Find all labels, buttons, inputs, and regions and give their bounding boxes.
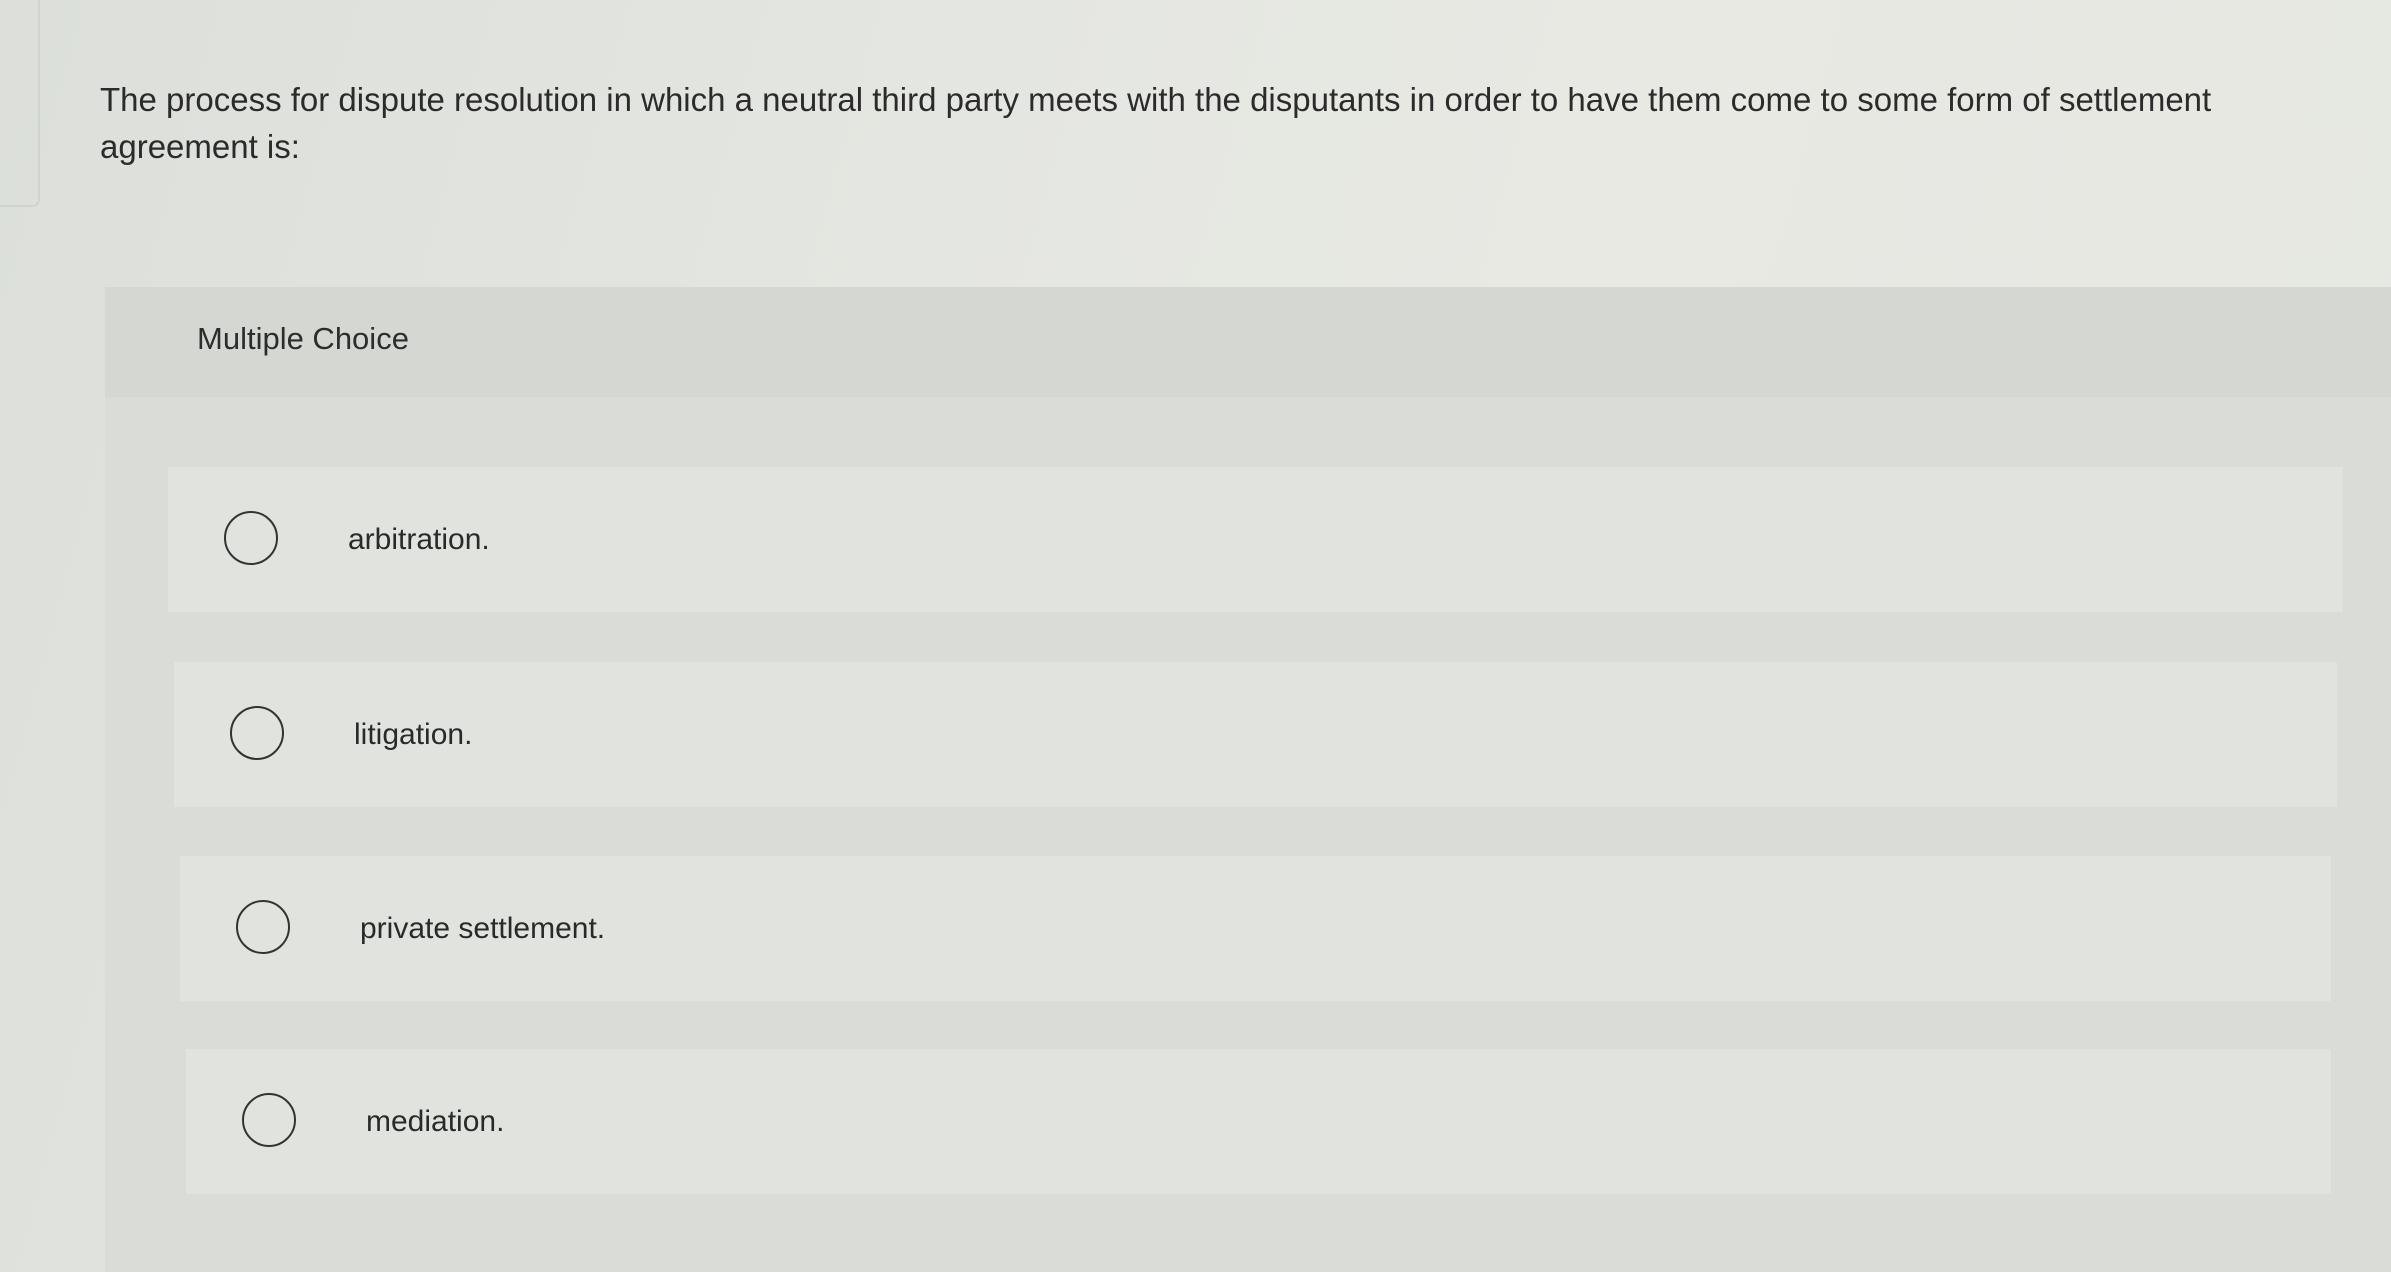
radio-button-icon[interactable] <box>242 1092 296 1147</box>
answer-option-litigation[interactable]: litigation. <box>174 662 2337 807</box>
radio-button-icon[interactable] <box>230 705 284 760</box>
question-text: The process for dispute resolution in wh… <box>100 81 2212 165</box>
page-edge-decoration <box>0 0 40 207</box>
answer-option-label: mediation. <box>366 1104 505 1138</box>
answer-option-label: private settlement. <box>360 911 606 945</box>
answer-option-label: arbitration. <box>348 522 490 556</box>
question-type-header: Multiple Choice <box>105 287 2391 397</box>
answer-option-private-settlement[interactable]: private settlement. <box>180 856 2331 1001</box>
radio-button-icon[interactable] <box>224 510 278 565</box>
answer-option-label: litigation. <box>354 717 473 751</box>
question-type-label: Multiple Choice <box>197 321 409 356</box>
answer-option-mediation[interactable]: mediation. <box>186 1049 2331 1194</box>
radio-button-icon[interactable] <box>236 899 290 954</box>
answer-option-arbitration[interactable]: arbitration. <box>168 467 2343 612</box>
